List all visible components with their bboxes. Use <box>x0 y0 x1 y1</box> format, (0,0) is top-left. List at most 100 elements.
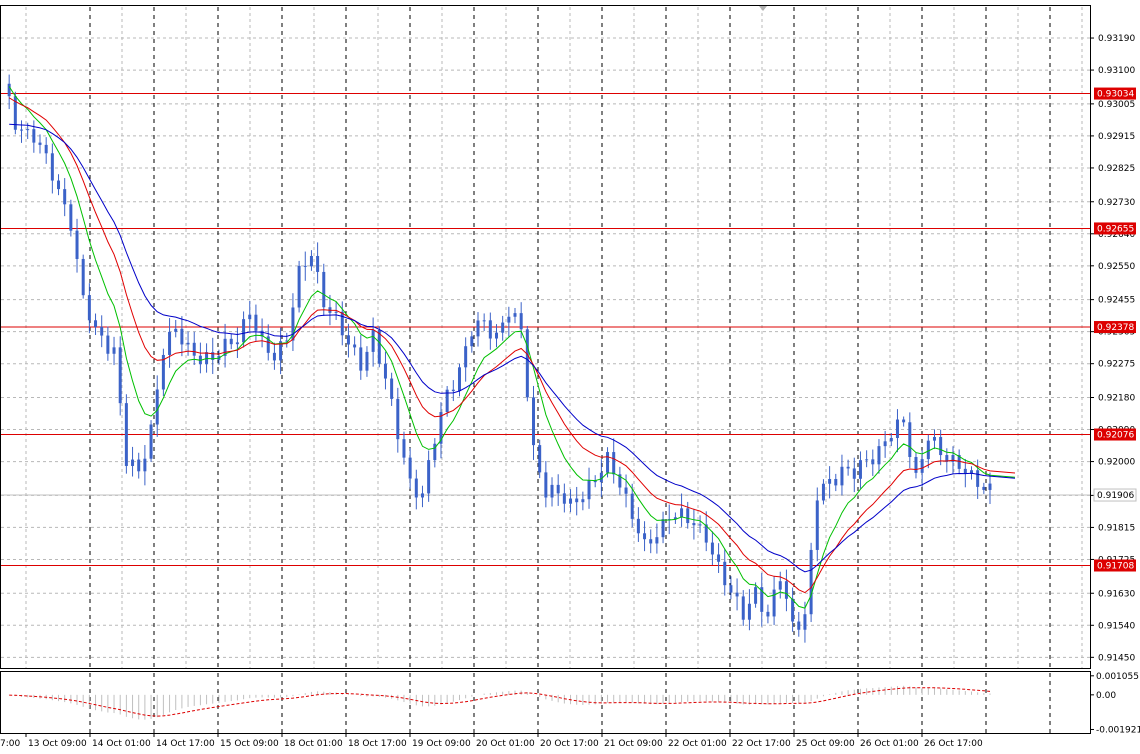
candle-body <box>427 460 431 494</box>
price-tick-label: 0.92000 <box>1098 458 1135 468</box>
candle-body <box>272 352 276 361</box>
candle-body <box>784 581 788 599</box>
current-price-label: 0.91906 <box>1097 491 1134 501</box>
time-tick-label: 22 Oct 17:00 <box>732 739 791 749</box>
candle-body <box>457 367 461 392</box>
candle-body <box>248 314 252 320</box>
candle-body <box>118 347 122 404</box>
candle-body <box>303 265 307 267</box>
candle-body <box>38 142 42 145</box>
candle-body <box>495 332 498 339</box>
time-tick-label: 19 Oct 09:00 <box>412 739 471 749</box>
candle-body <box>50 153 54 181</box>
candle-body <box>914 456 918 473</box>
candle-body <box>513 313 517 317</box>
oscillator-panel-frame <box>0 671 1091 734</box>
candle-body <box>976 470 980 487</box>
time-tick-label: 13 Oct 09:00 <box>28 739 87 749</box>
candle-body <box>32 129 36 143</box>
candle-body <box>501 322 505 333</box>
candle-body <box>544 472 548 498</box>
candle-body <box>26 129 30 131</box>
candle-body <box>174 328 178 332</box>
price-tick-label: 0.92730 <box>1098 198 1135 208</box>
candle-body <box>680 508 684 518</box>
candle-body <box>556 484 560 494</box>
candle-body <box>420 493 424 498</box>
candle-body <box>871 459 875 465</box>
oscillator-tick-label: -0.001921 <box>1096 725 1140 735</box>
candle-body <box>106 335 110 354</box>
candle-body <box>988 483 992 490</box>
time-tick-label: 26 Oct 01:00 <box>860 739 919 749</box>
candle-body <box>815 500 819 550</box>
time-tick-label: 22 Oct 01:00 <box>668 739 727 749</box>
candle-body <box>470 336 474 347</box>
candle-body <box>390 378 394 399</box>
time-tick-label: 20 Oct 01:00 <box>476 739 535 749</box>
candle-body <box>143 458 147 472</box>
price-tick-label: 0.91630 <box>1098 589 1135 599</box>
candle-body <box>729 585 733 593</box>
candle-body <box>408 457 412 479</box>
candle-body <box>612 452 616 475</box>
candle-body <box>575 498 579 503</box>
time-tick-label: 18 Oct 01:00 <box>284 739 343 749</box>
level-price-label: 0.91708 <box>1097 561 1134 571</box>
time-tick-label: 14 Oct 17:00 <box>156 739 215 749</box>
candle-body <box>797 621 801 630</box>
price-tick-label: 0.91450 <box>1098 653 1135 663</box>
candle-body <box>932 436 936 441</box>
candle-body <box>766 611 770 617</box>
candle-body <box>902 419 906 423</box>
candle-body <box>791 598 795 622</box>
candle-body <box>168 331 172 355</box>
price-tick-label: 0.92455 <box>1098 296 1135 306</box>
level-price-label: 0.92076 <box>1097 431 1134 441</box>
candle-body <box>519 313 523 330</box>
candle-body <box>661 519 665 538</box>
candle-body <box>359 347 363 371</box>
candle-body <box>69 204 73 231</box>
candle-body <box>192 342 196 356</box>
candle-body <box>926 440 930 460</box>
candle-body <box>476 320 480 337</box>
candle-body <box>581 499 585 503</box>
oscillator-axis: 0.001055 0.00 -0.001921 <box>1090 672 1140 735</box>
candle-body <box>346 335 350 345</box>
candle-body <box>698 524 702 526</box>
candle-body <box>828 478 832 484</box>
candle-body <box>94 320 98 327</box>
candle-body <box>377 330 381 364</box>
candle-body <box>75 230 79 259</box>
candle-body <box>229 338 233 345</box>
time-tick-label: 18 Oct 17:00 <box>348 739 407 749</box>
candle-body <box>754 587 758 604</box>
level-price-label: 0.92655 <box>1097 224 1134 234</box>
candle-body <box>741 596 745 620</box>
candle-body <box>858 460 862 479</box>
level-price-label: 0.93034 <box>1097 90 1134 100</box>
candle-body <box>322 271 326 308</box>
candle-body <box>254 314 258 331</box>
candle-body <box>402 439 406 458</box>
candle-body <box>538 445 542 473</box>
candle-body <box>365 351 369 371</box>
candle-body <box>482 320 486 322</box>
candle-body <box>87 295 91 321</box>
candle-body <box>920 459 924 473</box>
price-tick-label: 0.93100 <box>1098 66 1135 76</box>
candle-body <box>340 311 344 336</box>
candle-body <box>624 487 628 494</box>
oscillator-tick-label: 0.001055 <box>1096 672 1139 682</box>
main-panel-frame <box>0 5 1091 669</box>
time-tick-label: 14 Oct 01:00 <box>92 739 151 749</box>
candle-body <box>507 316 511 323</box>
candle-body <box>112 347 116 354</box>
candle-body <box>353 344 357 348</box>
candle-body <box>81 258 85 296</box>
time-tick-label: 26 Oct 17:00 <box>924 739 983 749</box>
candle-body <box>334 311 338 313</box>
candle-body <box>710 542 714 555</box>
time-tick-label: 20 Oct 17:00 <box>540 739 599 749</box>
